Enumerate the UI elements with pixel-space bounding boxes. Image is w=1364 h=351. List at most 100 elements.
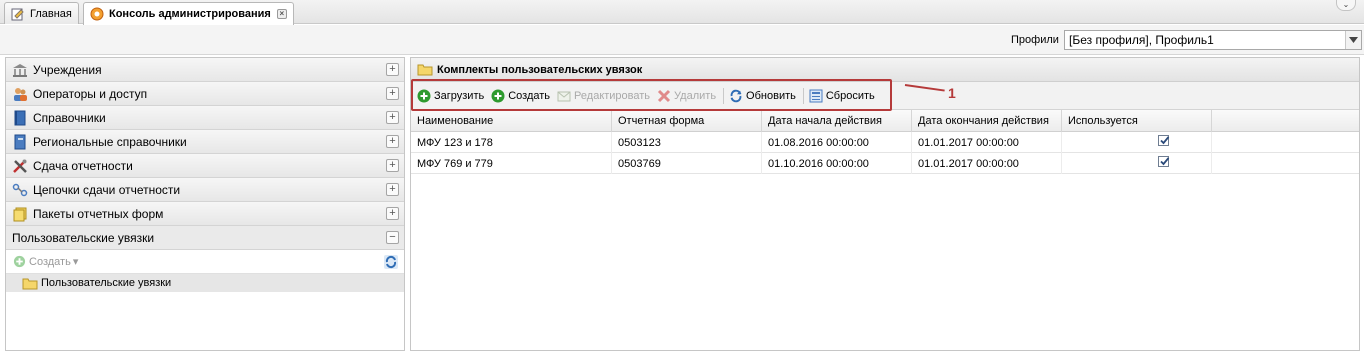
- create-button-label: Создать: [508, 89, 551, 102]
- add-icon: [491, 89, 505, 103]
- refresh-button-label: Обновить: [746, 89, 796, 102]
- sidebar-item-label: Пользовательские увязки: [12, 230, 155, 245]
- page-title: Комплекты пользовательских увязок: [437, 63, 643, 76]
- refresh-icon[interactable]: [383, 254, 399, 270]
- add-icon: [417, 89, 431, 103]
- table-row[interactable]: МФУ 123 и 178 0503123 01.08.2016 00:00:0…: [411, 132, 1359, 153]
- edit-icon: [11, 7, 25, 21]
- expand-icon[interactable]: +: [386, 63, 399, 76]
- column-header-form[interactable]: Отчетная форма: [612, 110, 762, 132]
- profile-value: [Без профиля], Профиль1: [1069, 33, 1214, 47]
- expand-icon[interactable]: +: [386, 111, 399, 124]
- sidebar-item-reporting[interactable]: Сдача отчетности +: [6, 154, 404, 178]
- profile-label: Профили: [1011, 34, 1059, 46]
- regional-book-icon: [12, 134, 28, 150]
- refresh-button[interactable]: Обновить: [729, 89, 796, 103]
- sidebar-create-button[interactable]: Создать: [29, 256, 71, 268]
- expand-icon[interactable]: +: [386, 135, 399, 148]
- sidebar-item-regional-directories[interactable]: Региональные справочники +: [6, 130, 404, 154]
- profile-bar: Профили [Без профиля], Профиль1: [0, 25, 1364, 55]
- delete-button[interactable]: Удалить: [657, 89, 716, 103]
- cell-form: 0503769: [612, 153, 762, 174]
- used-checkbox[interactable]: [1158, 135, 1170, 146]
- folder-stack-icon: [12, 206, 28, 222]
- chevron-down-icon[interactable]: [1345, 31, 1361, 49]
- load-button[interactable]: Загрузить: [417, 89, 484, 103]
- delete-icon: [657, 89, 671, 103]
- collapse-icon[interactable]: −: [386, 231, 399, 244]
- edit-button[interactable]: Редактировать: [557, 89, 650, 103]
- reset-filter-icon: [809, 89, 823, 103]
- sidebar-item-label: Цепочки сдачи отчетности: [33, 182, 181, 197]
- sidebar-item-label: Сдача отчетности: [33, 158, 133, 173]
- book-icon: [12, 110, 28, 126]
- tab-home-label: Главная: [30, 7, 72, 20]
- sidebar-item-label: Пакеты отчетных форм: [33, 206, 164, 221]
- reset-button-label: Сбросить: [825, 89, 875, 102]
- envelope-edit-icon: [557, 89, 571, 103]
- reset-button[interactable]: Сбросить: [809, 89, 875, 103]
- sidebar-item-label: Справочники: [33, 110, 106, 125]
- tab-home[interactable]: Главная: [4, 2, 79, 24]
- folder-icon: [22, 276, 38, 290]
- cell-start-date: 01.08.2016 00:00:00: [762, 132, 912, 153]
- create-button[interactable]: Создать: [491, 89, 550, 103]
- load-button-label: Загрузить: [434, 89, 485, 102]
- folder-icon: [417, 63, 433, 77]
- column-header-used[interactable]: Используется: [1062, 110, 1212, 132]
- main-toolbar: Загрузить Создать Редактировать Удалить: [411, 79, 1359, 111]
- main-panel: Комплекты пользовательских увязок Загруз…: [410, 57, 1360, 351]
- sidebar-item-operators[interactable]: Операторы и доступ +: [6, 82, 404, 106]
- cell-end-date: 01.01.2017 00:00:00: [912, 132, 1062, 153]
- cell-used: [1062, 132, 1212, 153]
- tree-item-label: Пользовательские увязки: [41, 277, 172, 289]
- sidebar-item-label: Региональные справочники: [33, 134, 187, 149]
- add-icon: [12, 255, 26, 269]
- chevron-down-icon[interactable]: ▾: [73, 255, 79, 268]
- users-icon: [12, 86, 28, 102]
- edit-button-label: Редактировать: [574, 89, 651, 102]
- expand-icon[interactable]: +: [386, 183, 399, 196]
- sidebar-item-reporting-chains[interactable]: Цепочки сдачи отчетности +: [6, 178, 404, 202]
- toolbar-separator: [802, 87, 804, 104]
- expand-icon[interactable]: +: [386, 207, 399, 220]
- tools-icon: [12, 158, 28, 174]
- table-row[interactable]: МФУ 769 и 779 0503769 01.10.2016 00:00:0…: [411, 153, 1359, 174]
- tab-admin-console-label: Консоль администрирования: [109, 8, 271, 20]
- column-header-name[interactable]: Наименование: [411, 110, 612, 132]
- institution-icon: [12, 62, 28, 78]
- cell-used: [1062, 153, 1212, 174]
- column-header-start-date[interactable]: Дата начала действия: [762, 110, 912, 132]
- profile-select[interactable]: [Без профиля], Профиль1: [1064, 30, 1362, 50]
- expand-icon[interactable]: +: [386, 159, 399, 172]
- table-header: Наименование Отчетная форма Дата начала …: [411, 110, 1359, 132]
- sidebar-item-directories[interactable]: Справочники +: [6, 106, 404, 130]
- sidebar-item-form-packages[interactable]: Пакеты отчетных форм +: [6, 202, 404, 226]
- delete-button-label: Удалить: [674, 89, 717, 102]
- navigation-panel: Учреждения + Операторы и доступ + Справо…: [5, 57, 405, 351]
- sidebar-item-user-links[interactable]: Пользовательские увязки −: [6, 226, 404, 250]
- console-icon: [90, 7, 104, 21]
- callout-number: 1: [948, 85, 956, 101]
- cell-start-date: 01.10.2016 00:00:00: [762, 153, 912, 174]
- cell-name: МФУ 123 и 178: [411, 132, 612, 153]
- toolbar-separator: [723, 87, 725, 104]
- expand-icon[interactable]: +: [386, 87, 399, 100]
- sidebar-item-label: Учреждения: [33, 62, 102, 77]
- tab-admin-console[interactable]: Консоль администрирования ×: [83, 2, 294, 25]
- cell-end-date: 01.01.2017 00:00:00: [912, 153, 1062, 174]
- sidebar-item-label: Операторы и доступ: [33, 86, 148, 101]
- sidebar-toolbar: Создать ▾: [6, 250, 404, 274]
- collapse-arrow-icon[interactable]: ⌄: [1336, 0, 1356, 11]
- tab-bar: Главная Консоль администрирования × ⌄: [0, 0, 1364, 25]
- used-checkbox[interactable]: [1158, 156, 1170, 167]
- refresh-icon: [729, 89, 743, 103]
- sidebar-item-institutions[interactable]: Учреждения +: [6, 58, 404, 82]
- panel-title-bar: Комплекты пользовательских увязок: [411, 58, 1359, 82]
- chain-icon: [12, 182, 28, 198]
- cell-name: МФУ 769 и 779: [411, 153, 612, 174]
- tree-item-user-links[interactable]: Пользовательские увязки: [6, 274, 404, 292]
- cell-form: 0503123: [612, 132, 762, 153]
- close-icon[interactable]: ×: [276, 9, 287, 19]
- column-header-end-date[interactable]: Дата окончания действия: [912, 110, 1062, 132]
